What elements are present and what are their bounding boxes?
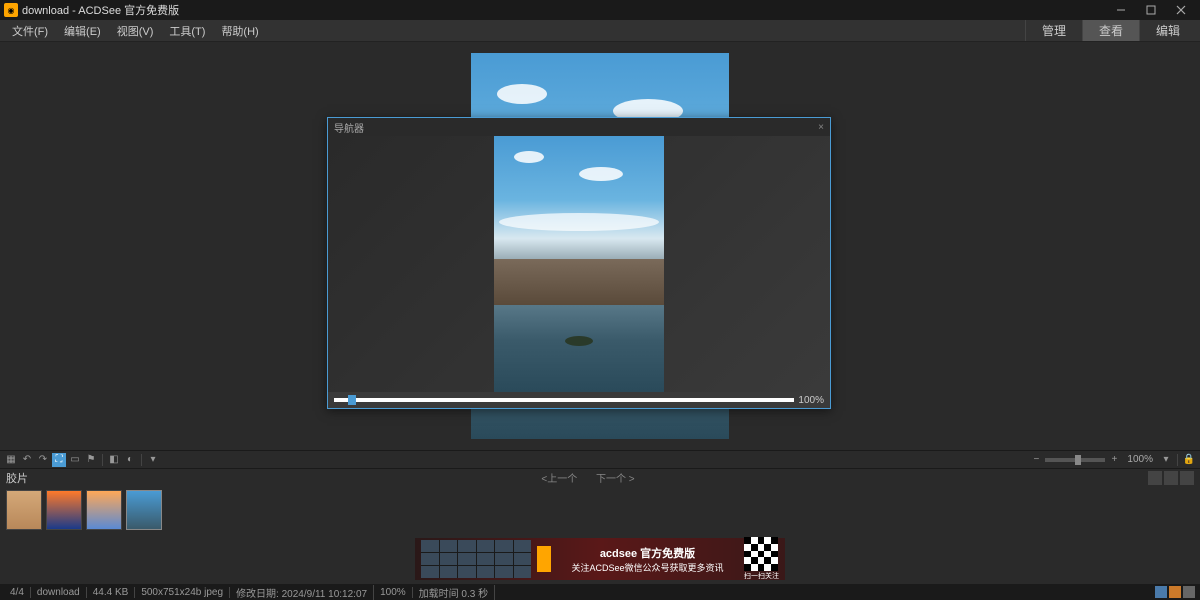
zoom-in-icon[interactable]: + <box>1107 453 1121 467</box>
qr-label: 扫一扫关注 <box>744 571 779 581</box>
maximize-button[interactable] <box>1136 0 1166 20</box>
status-index: 4/4 <box>4 587 31 598</box>
tool-select-icon[interactable]: ▭ <box>68 453 82 467</box>
thumb-1[interactable] <box>6 490 42 530</box>
filmstrip <box>0 486 1200 534</box>
ad-text: acdsee 官方免费版 关注ACDSee微信公众号获取更多资讯 <box>557 545 738 574</box>
navigator-panel[interactable]: 导航器 × 100% <box>327 117 831 409</box>
zoom-out-icon[interactable]: − <box>1029 453 1043 467</box>
zoom-slider[interactable] <box>1045 458 1105 462</box>
app-icon: ◉ <box>4 3 18 17</box>
titlebar: ◉ download - ACDSee 官方免费版 <box>0 0 1200 20</box>
ad[interactable]: acdsee 官方免费版 关注ACDSee微信公众号获取更多资讯 扫一扫关注 <box>415 538 785 580</box>
statusbar: 4/4 download 44.4 KB 500x751x24b jpeg 修改… <box>0 584 1200 600</box>
slider-thumb[interactable] <box>348 395 356 405</box>
tool-fit-icon[interactable]: ⛶ <box>52 453 66 467</box>
view-toolbar: ▦ ↶ ↷ ⛶ ▭ ⚑ ◧ ◐ ▾ − + 100% ▾ 🔒 <box>0 450 1200 468</box>
tool-rotate-left-icon[interactable]: ↶ <box>20 453 34 467</box>
tool-info-icon[interactable]: ◐ <box>123 453 137 467</box>
status-zoom: 100% <box>374 587 413 598</box>
ad-line1: acdsee 官方免费版 <box>557 545 738 561</box>
navigator-zoom-percent: 100% <box>798 395 824 406</box>
slider-track[interactable] <box>334 398 794 402</box>
navigator-titlebar[interactable]: 导航器 × <box>328 118 830 136</box>
navigator-thumbnail[interactable] <box>494 136 664 392</box>
status-filesize: 44.4 KB <box>87 587 136 598</box>
tool-rotate-right-icon[interactable]: ↷ <box>36 453 50 467</box>
status-icon-1[interactable] <box>1155 586 1167 598</box>
qr-code-icon <box>744 537 778 571</box>
tool-lock-icon[interactable]: 🔒 <box>1182 453 1196 467</box>
tool-tag-icon[interactable]: ◧ <box>107 453 121 467</box>
menu-help[interactable]: 帮助(H) <box>213 21 266 41</box>
status-folder: download <box>31 587 87 598</box>
mode-manage[interactable]: 管理 <box>1025 20 1082 41</box>
navigator-zoom-slider[interactable]: 100% <box>328 392 830 408</box>
zoom-slider-thumb[interactable] <box>1075 455 1081 465</box>
menu-tools[interactable]: 工具(T) <box>161 21 213 41</box>
ad-box-icon <box>537 546 551 572</box>
status-icon-3[interactable] <box>1183 586 1195 598</box>
ad-thumbs-icon <box>421 540 531 578</box>
status-modified: 修改日期: 2024/9/11 10:12:07 <box>230 585 374 600</box>
filmstrip-layout-icon-3[interactable] <box>1180 471 1194 485</box>
status-loadtime: 加载时间 0.3 秒 <box>413 585 495 600</box>
filmstrip-next[interactable]: 下一个 > <box>588 474 643 485</box>
thumb-3[interactable] <box>86 490 122 530</box>
menu-file[interactable]: 文件(F) <box>4 21 56 41</box>
window-title: download - ACDSee 官方免费版 <box>22 2 1106 18</box>
navigator-close-icon[interactable]: × <box>818 122 824 133</box>
mode-edit[interactable]: 编辑 <box>1139 20 1196 41</box>
status-dimensions: 500x751x24b jpeg <box>135 587 230 598</box>
filmstrip-layout-icon-1[interactable] <box>1148 471 1162 485</box>
navigator-body[interactable] <box>328 136 830 392</box>
ad-line2: 关注ACDSee微信公众号获取更多资讯 <box>557 561 738 574</box>
zoom-percent: 100% <box>1123 454 1157 465</box>
filmstrip-label: 胶片 <box>6 470 28 486</box>
filmstrip-prev[interactable]: <上一个 <box>533 474 585 485</box>
filmstrip-layout-icon-2[interactable] <box>1164 471 1178 485</box>
menubar: 文件(F) 编辑(E) 视图(V) 工具(T) 帮助(H) 管理 查看 编辑 <box>0 20 1200 42</box>
image-viewer[interactable]: 导航器 × 100% <box>0 42 1200 450</box>
zoom-dropdown-icon[interactable]: ▾ <box>1159 453 1173 467</box>
navigator-title: 导航器 <box>334 120 364 135</box>
tool-flag-icon[interactable]: ⚑ <box>84 453 98 467</box>
filmstrip-header: 胶片 <上一个 下一个 > <box>0 468 1200 486</box>
thumb-2[interactable] <box>46 490 82 530</box>
status-icon-2[interactable] <box>1169 586 1181 598</box>
close-button[interactable] <box>1166 0 1196 20</box>
mode-view[interactable]: 查看 <box>1082 20 1139 41</box>
ad-banner: acdsee 官方免费版 关注ACDSee微信公众号获取更多资讯 扫一扫关注 <box>0 534 1200 584</box>
menu-edit[interactable]: 编辑(E) <box>56 21 109 41</box>
tool-grid-icon[interactable]: ▦ <box>4 453 18 467</box>
minimize-button[interactable] <box>1106 0 1136 20</box>
menu-view[interactable]: 视图(V) <box>109 21 162 41</box>
thumb-4[interactable] <box>126 490 162 530</box>
tool-more-icon[interactable]: ▾ <box>146 453 160 467</box>
